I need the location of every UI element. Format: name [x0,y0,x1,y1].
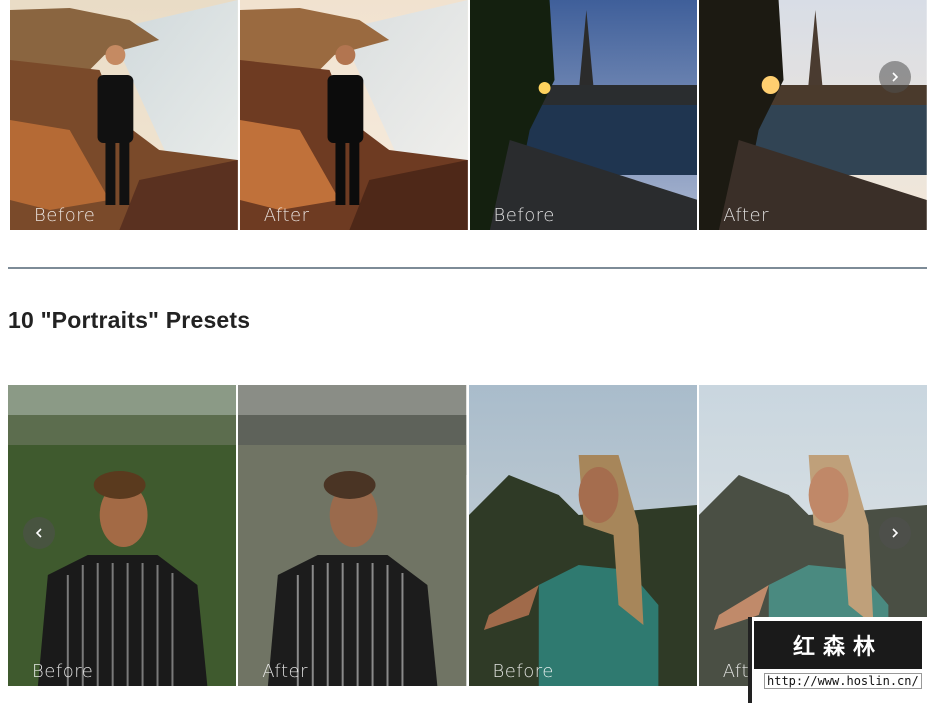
cliff-after-image [239,0,468,230]
man-after-image [238,385,467,686]
bottom-slide-woman-before: Before [468,385,697,686]
after-label: After [263,205,310,226]
top-slide-cliff-before: Before [10,0,238,230]
watermark-title: 红森林 [792,635,883,660]
chevron-left-icon [35,528,42,538]
chevron-right-icon [892,72,899,82]
watermark: 红森林 http://www.hoslin.cn/ [748,617,928,703]
paris-before-image [469,0,698,230]
before-label: Before [493,205,555,226]
after-label: After [262,661,308,682]
top-slide-cliff-after: After [239,0,468,230]
bottom-next-button[interactable] [879,517,911,549]
before-label: Before [32,661,94,682]
watermark-logo-box: 红森林 [754,621,922,669]
after-label: After [723,205,769,226]
woman-before-image [468,385,697,686]
paris-after-image [699,0,927,230]
chevron-right-icon [892,528,899,538]
bottom-slide-man-after: After [238,385,467,686]
top-preset-carousel: Before After Before After [10,0,927,230]
watermark-bar [748,617,752,703]
top-slide-paris-after: After [699,0,927,230]
watermark-url: http://www.hoslin.cn/ [764,673,922,689]
cliff-before-image [10,0,238,230]
top-slide-paris-before: Before [469,0,698,230]
before-label: Before [34,205,96,226]
bottom-prev-button[interactable] [23,517,55,549]
before-label: Before [492,661,554,682]
section-title: 10 "Portraits" Presets [8,307,251,333]
top-next-button[interactable] [879,61,911,93]
section-divider [8,267,927,269]
